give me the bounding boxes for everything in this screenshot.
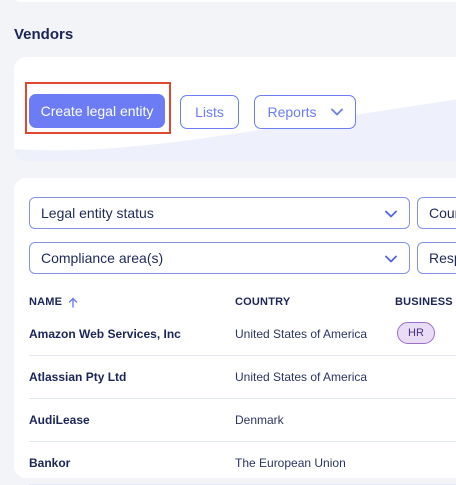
sort-arrow-up-icon [69,297,78,308]
top-card [14,0,456,2]
vendor-name[interactable]: Amazon Web Services, Inc [29,327,181,341]
chevron-down-icon [385,255,397,263]
action-card: Create legal entity Lists Reports [14,57,456,161]
vendor-country: United States of America [235,370,368,384]
table-row[interactable]: Bankor The European Union [29,442,456,485]
vendor-country: The European Union [235,456,346,470]
page-title: Vendors [14,26,74,43]
reports-button-label: Reports [267,104,317,120]
column-header-business-label: BUSINESS A [395,296,456,308]
vendor-country: Denmark [235,413,284,427]
table-row[interactable]: AudiLease Denmark [29,399,456,442]
responsible-select-label: Resp [429,250,456,266]
vendor-country: United States of America [235,327,368,341]
responsible-select[interactable]: Resp [417,242,456,274]
legal-entity-status-label: Legal entity status [41,205,154,221]
legal-entity-status-select[interactable]: Legal entity status [29,197,410,229]
vendor-name[interactable]: Bankor [29,456,70,470]
reports-dropdown-button[interactable]: Reports [254,95,356,129]
create-legal-entity-button[interactable]: Create legal entity [29,94,165,128]
column-header-country-label: COUNTRY [235,296,291,308]
chevron-down-icon [330,108,343,116]
country-select-label: Coun [429,205,456,221]
column-header-business-area[interactable]: BUSINESS A [395,296,456,308]
compliance-area-label: Compliance area(s) [41,250,164,266]
table-card: Legal entity status Coun Compliance area… [14,178,456,485]
table-row[interactable]: Atlassian Pty Ltd United States of Ameri… [29,356,456,399]
vendor-name[interactable]: AudiLease [29,413,90,427]
column-header-name-label: NAME [29,296,63,308]
vendor-name[interactable]: Atlassian Pty Ltd [29,370,126,384]
lists-button-label: Lists [195,104,224,120]
country-select[interactable]: Coun [417,197,456,229]
column-header-country[interactable]: COUNTRY [235,296,290,308]
compliance-area-select[interactable]: Compliance area(s) [29,242,410,274]
chevron-down-icon [385,210,397,218]
lists-button[interactable]: Lists [180,95,239,129]
table-row[interactable]: Amazon Web Services, Inc United States o… [29,313,456,356]
column-header-name[interactable]: NAME [29,296,78,308]
business-area-badge: HR [397,322,435,344]
